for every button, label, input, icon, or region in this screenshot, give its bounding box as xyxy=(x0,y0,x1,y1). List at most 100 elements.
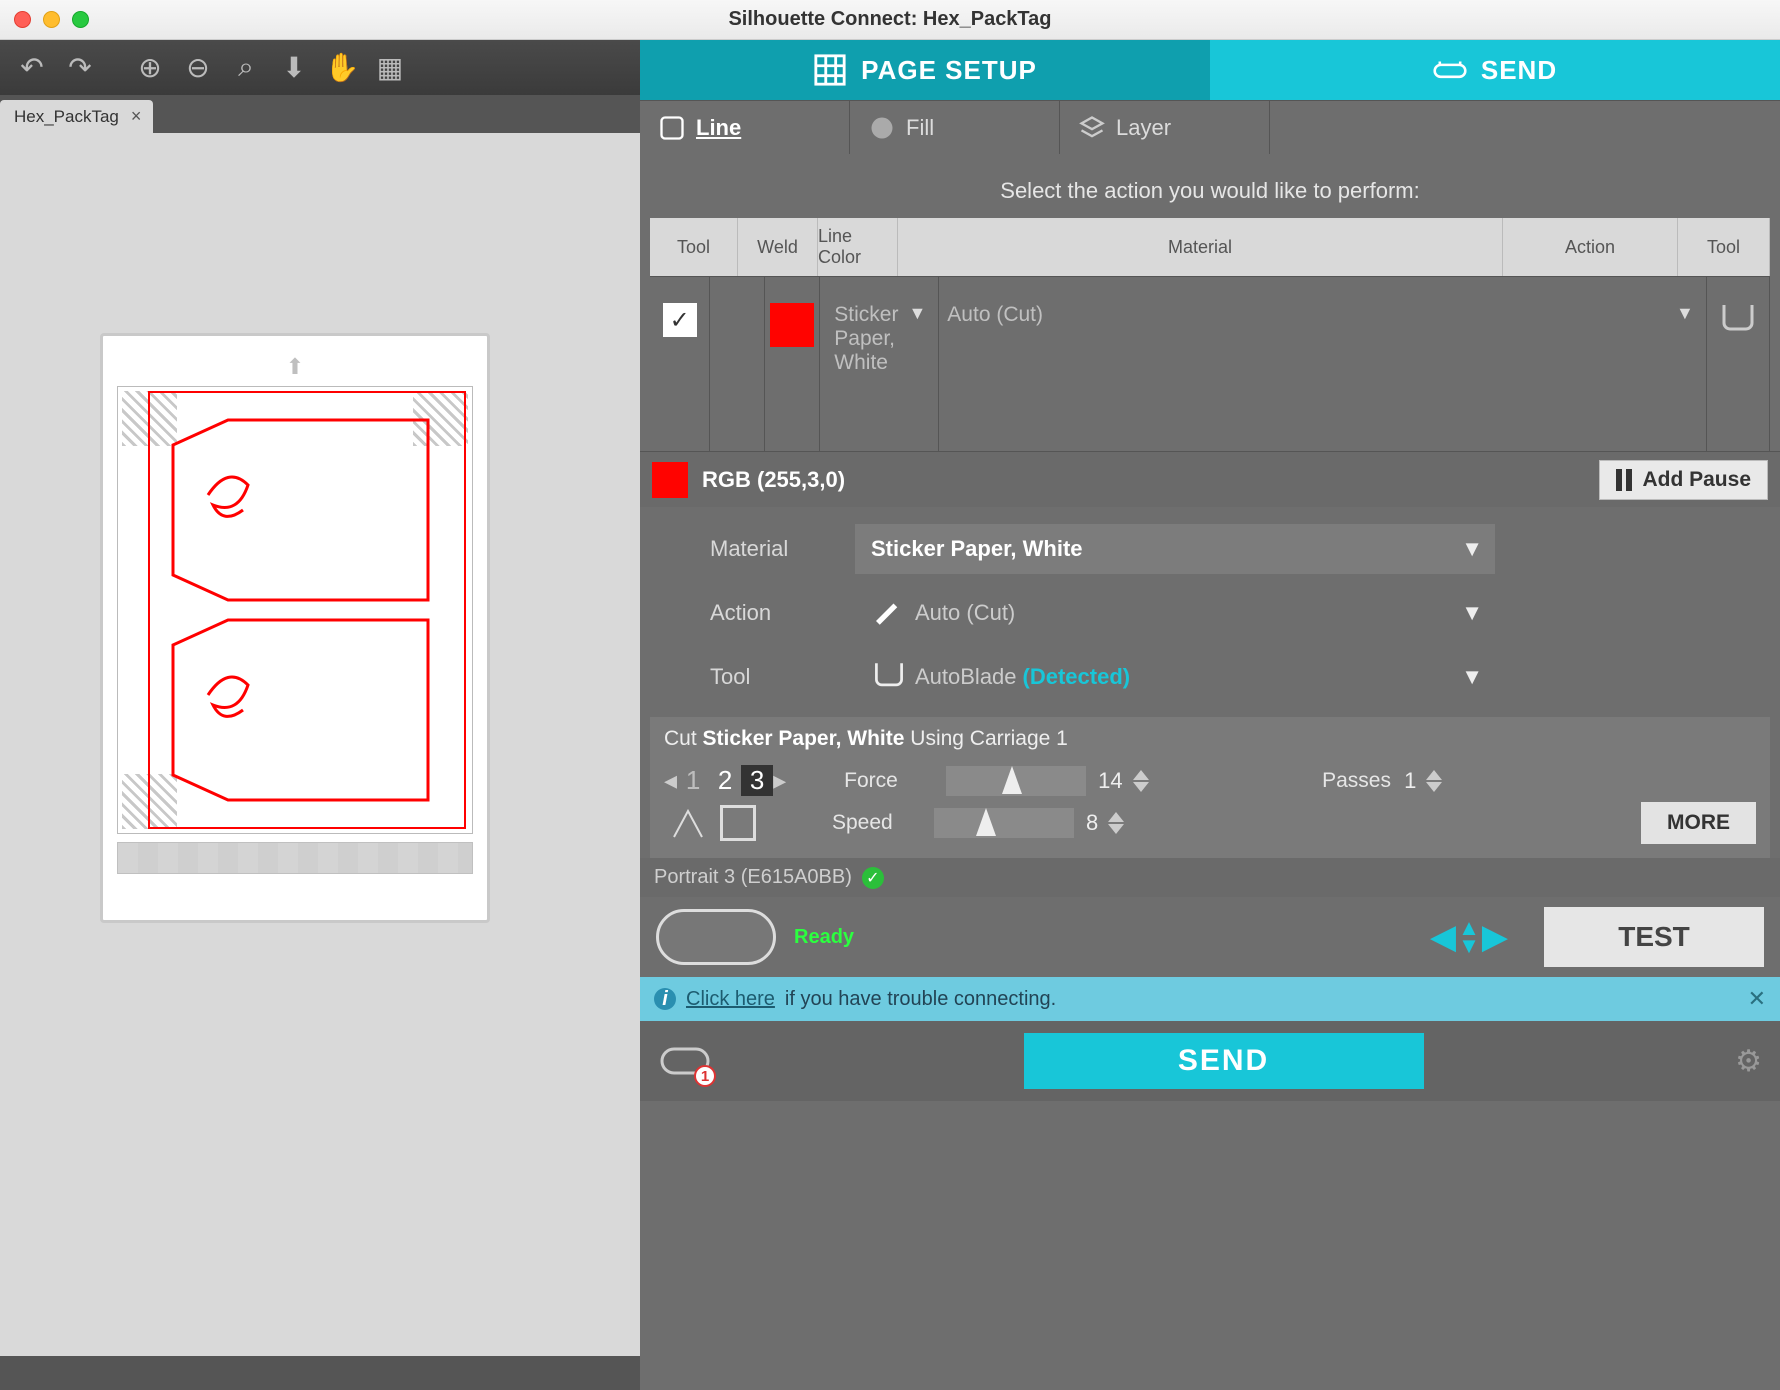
speed-stepper[interactable] xyxy=(1108,812,1124,834)
square-option-icon[interactable] xyxy=(720,805,756,841)
fill-icon xyxy=(868,114,896,142)
material-dropdown[interactable]: Sticker Paper, White ▼ xyxy=(855,524,1495,574)
window-title: Silhouette Connect: Hex_PackTag xyxy=(0,8,1780,31)
action-dropdown[interactable]: Auto (Cut) ▼ xyxy=(855,588,1495,638)
blade-depth-stepper[interactable]: ◂ 1 2 3 ▸ xyxy=(664,765,786,796)
passes-label: Passes xyxy=(1322,769,1392,793)
file-tab-label: Hex_PackTag xyxy=(14,107,119,127)
action-table: Tool Weld Line Color Material Action Too… xyxy=(650,218,1770,451)
speed-slider[interactable] xyxy=(934,808,1074,838)
tab-label: PAGE SETUP xyxy=(861,55,1037,86)
add-pause-label: Add Pause xyxy=(1642,468,1751,492)
close-icon[interactable]: ✕ xyxy=(1748,986,1766,1012)
passes-control: Passes 1 xyxy=(1322,768,1494,794)
tool-detected: (Detected) xyxy=(1023,664,1131,690)
row-color-swatch[interactable] xyxy=(770,303,814,347)
subtab-line[interactable]: Line xyxy=(640,101,850,154)
chevron-down-icon: ▼ xyxy=(908,303,938,324)
tab-page-setup[interactable]: PAGE SETUP xyxy=(640,40,1210,100)
row-weld[interactable] xyxy=(710,277,765,451)
autoblade-icon xyxy=(871,660,905,694)
left-panel: ↶ ↷ ⊕ ⊖ ⌕ ⬇ ✋ ▦ Hex_PackTag × ⬆ xyxy=(0,40,640,1390)
speed-control: Speed 8 xyxy=(832,808,1176,838)
design-shape-1[interactable] xyxy=(168,415,438,605)
row-tool-icon[interactable] xyxy=(1707,277,1770,451)
info-icon: i xyxy=(654,988,676,1010)
chevron-down-icon: ▼ xyxy=(1676,303,1706,324)
cut-panel: Cut Sticker Paper, White Using Carriage … xyxy=(650,717,1770,858)
canvas-scrollbar[interactable] xyxy=(0,1356,640,1390)
redo-icon[interactable]: ↷ xyxy=(62,50,98,86)
subtab-fill[interactable]: Fill xyxy=(850,101,1060,154)
file-tab-row: Hex_PackTag × xyxy=(0,95,640,133)
th-tool2: Tool xyxy=(1678,218,1770,276)
file-tab[interactable]: Hex_PackTag × xyxy=(0,100,153,133)
zoom-in-icon[interactable]: ⊕ xyxy=(132,50,168,86)
tool-key: Tool xyxy=(710,664,855,690)
gear-icon[interactable]: ⚙ xyxy=(1735,1044,1762,1079)
test-button[interactable]: TEST xyxy=(1544,907,1764,967)
force-stepper[interactable] xyxy=(1133,770,1149,792)
mat-ruler xyxy=(117,842,473,874)
th-weld: Weld xyxy=(738,218,818,276)
tool-dropdown[interactable]: AutoBlade (Detected) ▼ xyxy=(855,652,1495,702)
th-action: Action xyxy=(1503,218,1678,276)
th-color: Line Color xyxy=(818,218,898,276)
pause-icon xyxy=(1616,469,1632,491)
device-row: Portrait 3 (E615A0BB) ✓ xyxy=(640,858,1780,897)
close-icon[interactable]: × xyxy=(131,106,142,127)
force-label: Force xyxy=(844,769,934,793)
zoom-selection-icon[interactable]: ⌕ xyxy=(228,50,264,86)
main-tabs: PAGE SETUP SEND xyxy=(640,40,1780,100)
info-banner: i Click here if you have trouble connect… xyxy=(640,977,1780,1021)
status-ok-icon: ✓ xyxy=(862,867,884,889)
row-action-dropdown[interactable]: Auto (Cut) ▼ xyxy=(939,277,1707,451)
color-bar: RGB (255,3,0) Add Pause xyxy=(640,451,1780,507)
chevron-down-icon: ▼ xyxy=(1461,536,1483,562)
pan-hand-icon[interactable]: ✋ xyxy=(324,50,360,86)
download-icon[interactable]: ⬇ xyxy=(276,50,312,86)
chevron-down-icon: ▼ xyxy=(1461,664,1483,690)
th-material: Material xyxy=(898,218,1503,276)
cut-settings: Material Sticker Paper, White ▼ Action A… xyxy=(640,507,1780,709)
design-shape-2[interactable] xyxy=(168,615,438,805)
tab-send[interactable]: SEND xyxy=(1210,40,1780,100)
ready-row: Ready ◀▲▼▶ TEST xyxy=(640,897,1780,977)
printer-icon[interactable]: 1 xyxy=(658,1039,712,1083)
canvas[interactable]: ⬆ xyxy=(0,133,640,1390)
material-key: Material xyxy=(710,536,855,562)
chevron-down-icon: ▼ xyxy=(1461,600,1483,626)
cutting-mat: ⬆ xyxy=(100,333,490,923)
title-bar: Silhouette Connect: Hex_PackTag xyxy=(0,0,1780,40)
force-control: Force 14 xyxy=(844,766,1188,796)
zoom-out-icon[interactable]: ⊖ xyxy=(180,50,216,86)
subtab-label: Fill xyxy=(906,115,934,141)
tool-value: AutoBlade xyxy=(915,664,1017,690)
force-value: 14 xyxy=(1098,768,1122,794)
device-name: Portrait 3 (E615A0BB) xyxy=(654,866,852,889)
color-swatch xyxy=(652,462,688,498)
subtab-layer[interactable]: Layer xyxy=(1060,101,1270,154)
layer-icon xyxy=(1078,114,1106,142)
blade-num: 1 xyxy=(677,765,709,796)
more-button[interactable]: MORE xyxy=(1641,802,1756,844)
row-material-dropdown[interactable]: Sticker Paper, White ▼ xyxy=(820,277,939,451)
machine-outline-icon xyxy=(656,909,776,965)
cut-title: Cut Sticker Paper, White Using Carriage … xyxy=(664,727,1756,751)
send-button[interactable]: SEND xyxy=(1024,1033,1424,1089)
force-slider[interactable] xyxy=(946,766,1086,796)
status-ready: Ready xyxy=(794,926,854,949)
passes-stepper[interactable] xyxy=(1426,770,1442,792)
jog-arrows[interactable]: ◀▲▼▶ xyxy=(1430,917,1508,957)
add-pause-button[interactable]: Add Pause xyxy=(1599,460,1768,500)
blade-num: 2 xyxy=(709,765,741,796)
action-key: Action xyxy=(710,600,855,626)
undo-icon[interactable]: ↶ xyxy=(14,50,50,86)
fit-page-icon[interactable]: ▦ xyxy=(372,50,408,86)
machine-icon xyxy=(1433,53,1467,87)
info-link[interactable]: Click here xyxy=(686,988,775,1011)
row-enable-checkbox[interactable]: ✓ xyxy=(663,303,697,337)
th-tool: Tool xyxy=(650,218,738,276)
line-option-icons[interactable] xyxy=(670,805,756,841)
send-row: 1 SEND ⚙ xyxy=(640,1021,1780,1101)
